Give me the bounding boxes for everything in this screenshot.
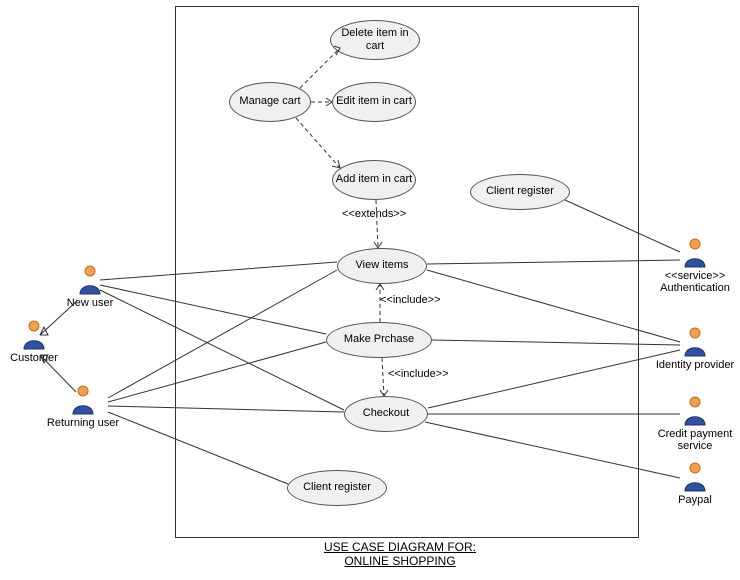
actor-identity-provider: Identity provider <box>650 327 740 371</box>
actor-credit-payment: Credit payment service <box>645 396 740 452</box>
usecase-label: Client register <box>486 185 554 198</box>
actor-label: Returning user <box>43 417 123 429</box>
usecase-manage-cart: Manage cart <box>229 82 311 122</box>
include-label-2: <<include>> <box>388 368 449 380</box>
usecase-client-register-bottom: Client register <box>287 470 387 506</box>
actor-label: New user <box>50 297 130 309</box>
usecase-label: Client register <box>303 481 371 494</box>
usecase-client-register-top: Client register <box>470 174 570 210</box>
user-icon <box>22 320 46 350</box>
usecase-label: Edit item in cart <box>336 95 412 108</box>
usecase-label: View items <box>356 259 409 272</box>
extends-label: <<extends>> <box>342 208 406 220</box>
actor-label: Customer <box>0 352 74 364</box>
actor-label: Authentication <box>650 282 740 294</box>
actor-returning-user: Returning user <box>43 385 123 429</box>
user-icon <box>78 265 102 295</box>
actor-authentication: <<service>> Authentication <box>650 238 740 294</box>
usecase-label: Delete item in cart <box>333 27 417 53</box>
user-icon <box>71 385 95 415</box>
usecase-add-item: Add item in cart <box>332 160 416 200</box>
usecase-label: Manage cart <box>239 95 300 108</box>
usecase-checkout: Checkout <box>344 396 428 432</box>
actor-label: Credit payment service <box>645 428 740 452</box>
actor-paypal: Paypal <box>650 462 740 506</box>
actor-stereotype: <<service>> <box>650 270 740 282</box>
user-icon <box>683 327 707 357</box>
usecase-make-purchase: Make Prchase <box>326 322 432 358</box>
usecase-label: Checkout <box>363 407 409 420</box>
usecase-label: Make Prchase <box>344 333 414 346</box>
user-icon <box>683 396 707 426</box>
actor-label: Paypal <box>650 494 740 506</box>
usecase-delete-item: Delete item in cart <box>330 20 420 60</box>
usecase-label: Add item in cart <box>336 173 412 186</box>
include-label-1: <<include>> <box>380 294 441 306</box>
user-icon <box>683 238 707 268</box>
actor-customer: Customer <box>0 320 74 364</box>
actor-label: Identity provider <box>650 359 740 371</box>
diagram-title: USE CASE DIAGRAM FOR: ONLINE SHOPPING <box>300 540 500 568</box>
usecase-view-items: View items <box>337 248 427 284</box>
user-icon <box>683 462 707 492</box>
usecase-edit-item: Edit item in cart <box>332 82 416 122</box>
actor-new-user: New user <box>50 265 130 309</box>
